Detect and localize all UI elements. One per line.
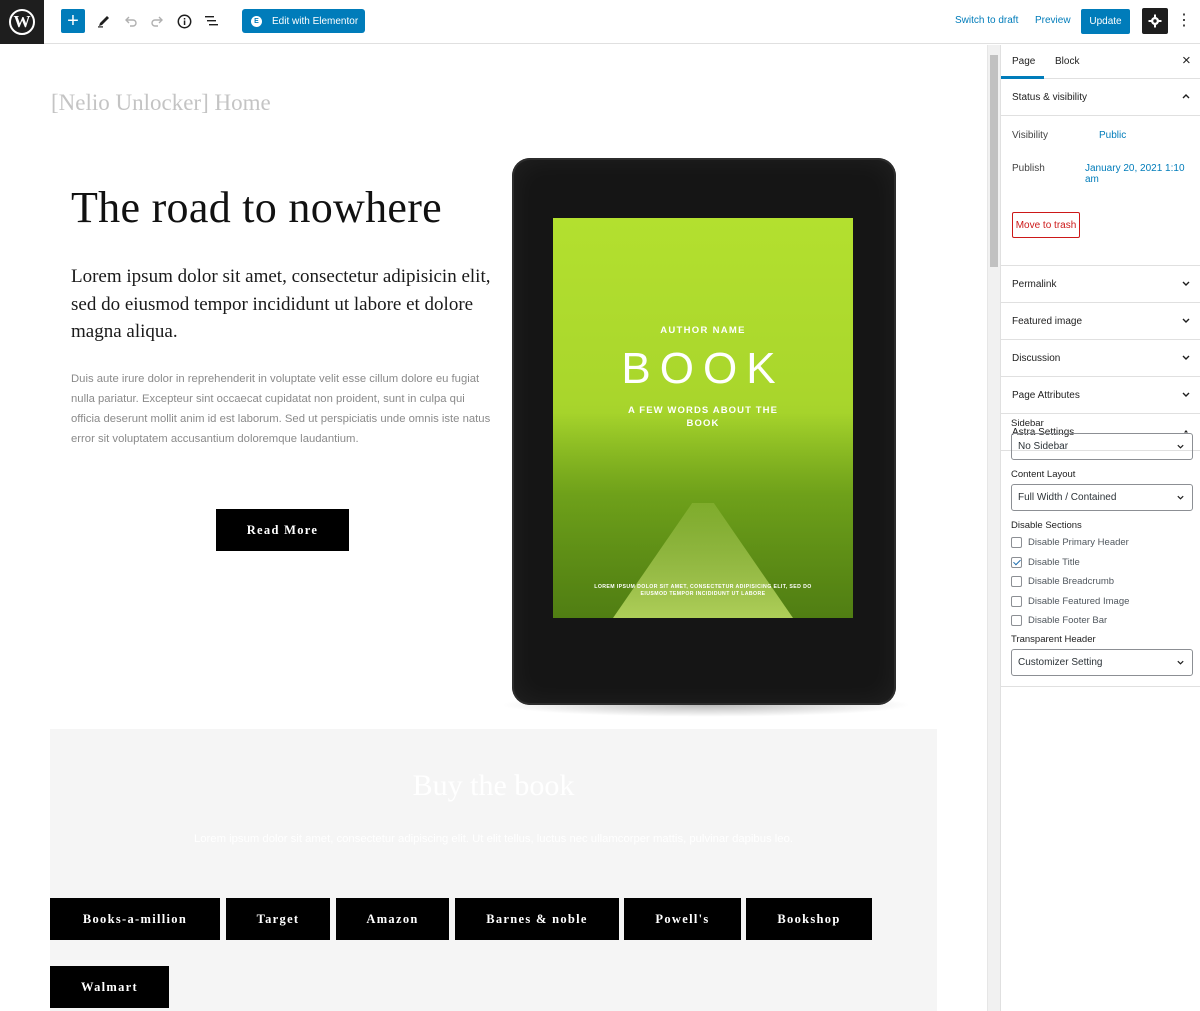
redo-icon[interactable] bbox=[145, 9, 169, 33]
update-button[interactable]: Update bbox=[1081, 9, 1130, 34]
panel-page-attributes-label: Page Attributes bbox=[1012, 390, 1080, 401]
buy-the-book-section: Buy the book Lorem ipsum dolor sit amet,… bbox=[50, 729, 937, 1011]
status-visibility-body: Visibility Public Publish January 20, 20… bbox=[1001, 116, 1200, 266]
hero-lead-paragraph[interactable]: Lorem ipsum dolor sit amet, consectetur … bbox=[71, 263, 491, 346]
content-layout-label: Content Layout bbox=[1011, 469, 1076, 480]
store-button-walmart[interactable]: Walmart bbox=[50, 966, 169, 1008]
store-button-target[interactable]: Target bbox=[226, 898, 330, 940]
hero-body-paragraph[interactable]: Duis aute irure dolor in reprehenderit i… bbox=[71, 369, 491, 449]
panel-permalink[interactable]: Permalink bbox=[1001, 266, 1200, 303]
store-button-barnes-noble[interactable]: Barnes & noble bbox=[455, 898, 619, 940]
astra-settings-body: Sidebar No Sidebar Content Layout Full W… bbox=[1001, 411, 1200, 687]
book-title: BOOK bbox=[621, 344, 785, 393]
undo-icon[interactable] bbox=[119, 9, 143, 33]
move-to-trash-button[interactable]: Move to trash bbox=[1012, 212, 1080, 238]
book-author: AUTHOR NAME bbox=[660, 325, 746, 336]
buy-heading[interactable]: Buy the book bbox=[50, 769, 937, 803]
panel-status-visibility-label: Status & visibility bbox=[1012, 92, 1088, 103]
read-more-button[interactable]: Read More bbox=[216, 509, 349, 551]
chevron-down-icon bbox=[1182, 355, 1190, 360]
transparent-header-label: Transparent Header bbox=[1011, 634, 1096, 645]
chevron-down-icon bbox=[1177, 444, 1184, 449]
page-title[interactable]: [Nelio Unlocker] Home bbox=[51, 90, 271, 116]
publish-label: Publish bbox=[1012, 163, 1045, 174]
canvas-scrollbar[interactable] bbox=[987, 45, 1000, 1011]
book-cover: AUTHOR NAME BOOK A FEW WORDS ABOUT THE B… bbox=[553, 218, 853, 618]
checkbox[interactable] bbox=[1011, 614, 1022, 626]
panel-status-visibility[interactable]: Status & visibility bbox=[1001, 79, 1200, 116]
store-button-bookshop[interactable]: Bookshop bbox=[746, 898, 872, 940]
edit-with-elementor-button[interactable]: E Edit with Elementor bbox=[242, 9, 365, 33]
buy-description[interactable]: Lorem ipsum dolor sit amet, consectetur … bbox=[50, 833, 937, 845]
transparent-header-value: Customizer Setting bbox=[1018, 657, 1103, 668]
checkbox-disable-breadcrumb[interactable]: Disable Breadcrumb bbox=[1011, 575, 1114, 587]
info-icon[interactable] bbox=[172, 9, 196, 33]
ebook-reader-image[interactable]: AUTHOR NAME BOOK A FEW WORDS ABOUT THE B… bbox=[512, 158, 896, 705]
scrollbar-thumb[interactable] bbox=[990, 55, 998, 267]
checkbox-disable-footer-bar[interactable]: Disable Footer Bar bbox=[1011, 614, 1107, 626]
checkbox[interactable] bbox=[1011, 575, 1022, 587]
switch-to-draft-button[interactable]: Switch to draft bbox=[955, 15, 1018, 26]
book-tagline: A FEW WORDS ABOUT THE BOOK bbox=[627, 405, 779, 429]
settings-gear-icon[interactable] bbox=[1142, 8, 1168, 34]
sidebar-tabs: Page Block × bbox=[1001, 45, 1200, 79]
content-layout-value: Full Width / Contained bbox=[1018, 492, 1117, 503]
checkbox-label: Disable Title bbox=[1028, 556, 1080, 568]
checkbox-label: Disable Featured Image bbox=[1028, 595, 1130, 607]
store-button-books-a-million[interactable]: Books-a-million bbox=[50, 898, 220, 940]
visibility-label: Visibility bbox=[1012, 130, 1048, 141]
checkbox[interactable] bbox=[1011, 536, 1022, 548]
sidebar-layout-value: No Sidebar bbox=[1018, 441, 1069, 452]
edit-with-elementor-label: Edit with Elementor bbox=[272, 15, 359, 27]
close-icon[interactable]: × bbox=[1182, 53, 1191, 69]
editor-canvas: [Nelio Unlocker] Home The road to nowher… bbox=[0, 45, 987, 1011]
store-button-amazon[interactable]: Amazon bbox=[336, 898, 449, 940]
panel-permalink-label: Permalink bbox=[1012, 279, 1057, 290]
elementor-icon: E bbox=[251, 15, 262, 27]
list-view-icon[interactable] bbox=[199, 9, 223, 33]
panel-discussion-label: Discussion bbox=[1012, 353, 1061, 364]
transparent-header-select[interactable]: Customizer Setting bbox=[1011, 649, 1193, 676]
panel-page-attributes[interactable]: Page Attributes bbox=[1001, 377, 1200, 414]
add-block-icon[interactable]: + bbox=[61, 9, 85, 33]
checkbox-label: Disable Breadcrumb bbox=[1028, 575, 1115, 587]
checkbox-disable-title[interactable]: Disable Title bbox=[1011, 556, 1080, 568]
editor-toolbar: W + E Edit with Elementor Switch to draf… bbox=[0, 0, 1200, 44]
chevron-down-icon bbox=[1182, 392, 1190, 397]
tab-page[interactable]: Page bbox=[1012, 56, 1035, 67]
chevron-up-icon bbox=[1182, 94, 1190, 99]
wordpress-logo-icon[interactable]: W bbox=[0, 0, 44, 44]
chevron-down-icon bbox=[1182, 318, 1190, 323]
chevron-down-icon bbox=[1177, 495, 1184, 500]
store-button-powells[interactable]: Powell's bbox=[624, 898, 741, 940]
hero-heading[interactable]: The road to nowhere bbox=[71, 182, 442, 233]
checkbox-disable-primary-header[interactable]: Disable Primary Header bbox=[1011, 536, 1129, 548]
sidebar-layout-select[interactable]: No Sidebar bbox=[1011, 433, 1193, 460]
more-options-icon[interactable]: ⋮ bbox=[1176, 10, 1192, 32]
sidebar-layout-label: Sidebar bbox=[1011, 418, 1044, 429]
tab-block[interactable]: Block bbox=[1055, 56, 1079, 67]
checkbox[interactable] bbox=[1011, 595, 1022, 607]
panel-featured-image[interactable]: Featured image bbox=[1001, 303, 1200, 340]
chevron-down-icon bbox=[1182, 281, 1190, 286]
settings-sidebar: Page Block × Status & visibility Visibil… bbox=[1000, 45, 1200, 1011]
panel-featured-image-label: Featured image bbox=[1012, 316, 1083, 327]
content-layout-select[interactable]: Full Width / Contained bbox=[1011, 484, 1193, 511]
panel-discussion[interactable]: Discussion bbox=[1001, 340, 1200, 377]
checkbox-label: Disable Footer Bar bbox=[1028, 614, 1108, 626]
checkbox-label: Disable Primary Header bbox=[1028, 536, 1129, 548]
preview-button[interactable]: Preview bbox=[1035, 15, 1071, 26]
pen-tool-icon[interactable] bbox=[92, 9, 116, 33]
visibility-value-link[interactable]: Public bbox=[1099, 130, 1126, 141]
book-fineprint: LOREM IPSUM DOLOR SIT AMET, CONSECTETUR … bbox=[594, 584, 812, 597]
checkbox-disable-featured-image[interactable]: Disable Featured Image bbox=[1011, 595, 1129, 607]
checkbox-checked[interactable] bbox=[1011, 556, 1022, 568]
chevron-down-icon bbox=[1177, 660, 1184, 665]
disable-sections-label: Disable Sections bbox=[1011, 520, 1082, 531]
publish-date-link[interactable]: January 20, 2021 1:10 am bbox=[1085, 163, 1200, 185]
